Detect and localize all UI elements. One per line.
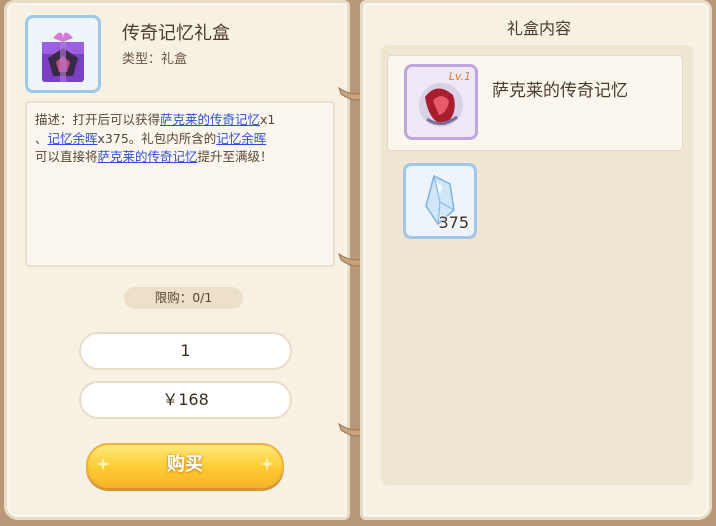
gift-contents-title: 礼盒内容 — [506, 19, 571, 38]
description-text: 提升至满级！ — [197, 149, 273, 164]
item-link-memory-afterglow[interactable]: 记忆余晖 — [216, 131, 266, 146]
description-prefix: 描述：打开后可以获得 — [35, 112, 161, 127]
buy-button-label: 购买 — [167, 454, 203, 475]
sparkle-icon — [260, 457, 274, 471]
item-link-legend-memory[interactable]: 萨克莱的传奇记忆 — [160, 112, 260, 127]
description-text: x375。礼包内所含的 — [97, 130, 217, 146]
description-text: 、 — [35, 130, 48, 146]
quantity-field[interactable]: 1 — [79, 332, 292, 370]
price-field: ￥168 — [79, 381, 292, 419]
item-link-legend-memory[interactable]: 萨克莱的传奇记忆 — [98, 149, 198, 164]
buy-button[interactable]: 购买 — [86, 443, 284, 488]
purchase-limit: 限购：0/1 — [124, 287, 243, 309]
legend-memory-icon[interactable]: Lv.1 — [404, 64, 478, 140]
item-link-memory-afterglow[interactable]: 记忆余晖 — [48, 131, 98, 146]
gift-item-name: 萨克莱的传奇记忆 — [492, 81, 628, 101]
item-title: 传奇记忆礼盒 — [122, 23, 230, 44]
item-type: 类型：礼盒 — [122, 52, 188, 67]
item-count: 375 — [438, 213, 469, 232]
gift-content-item[interactable]: Lv.1 萨克莱的传奇记忆 — [387, 55, 683, 151]
description-text: x1 — [260, 112, 276, 127]
sparkle-icon — [96, 457, 110, 471]
description-box: 描述：打开后可以获得萨克莱的传奇记忆x1 、记忆余晖x375。礼包内所含的记忆余晖… — [25, 101, 335, 267]
description-text: 可以直接将 — [35, 149, 98, 164]
level-tag: Lv.1 — [448, 70, 471, 83]
left-page: 传奇记忆礼盒 类型：礼盒 描述：打开后可以获得萨克莱的传奇记忆x1 、记忆余晖x3… — [4, 0, 350, 520]
crystal-shard-icon[interactable]: 375 — [403, 163, 477, 239]
right-page: 礼盒内容 Lv.1 萨克莱的传奇记忆 375 — [360, 0, 712, 520]
gift-box-icon — [25, 15, 101, 93]
